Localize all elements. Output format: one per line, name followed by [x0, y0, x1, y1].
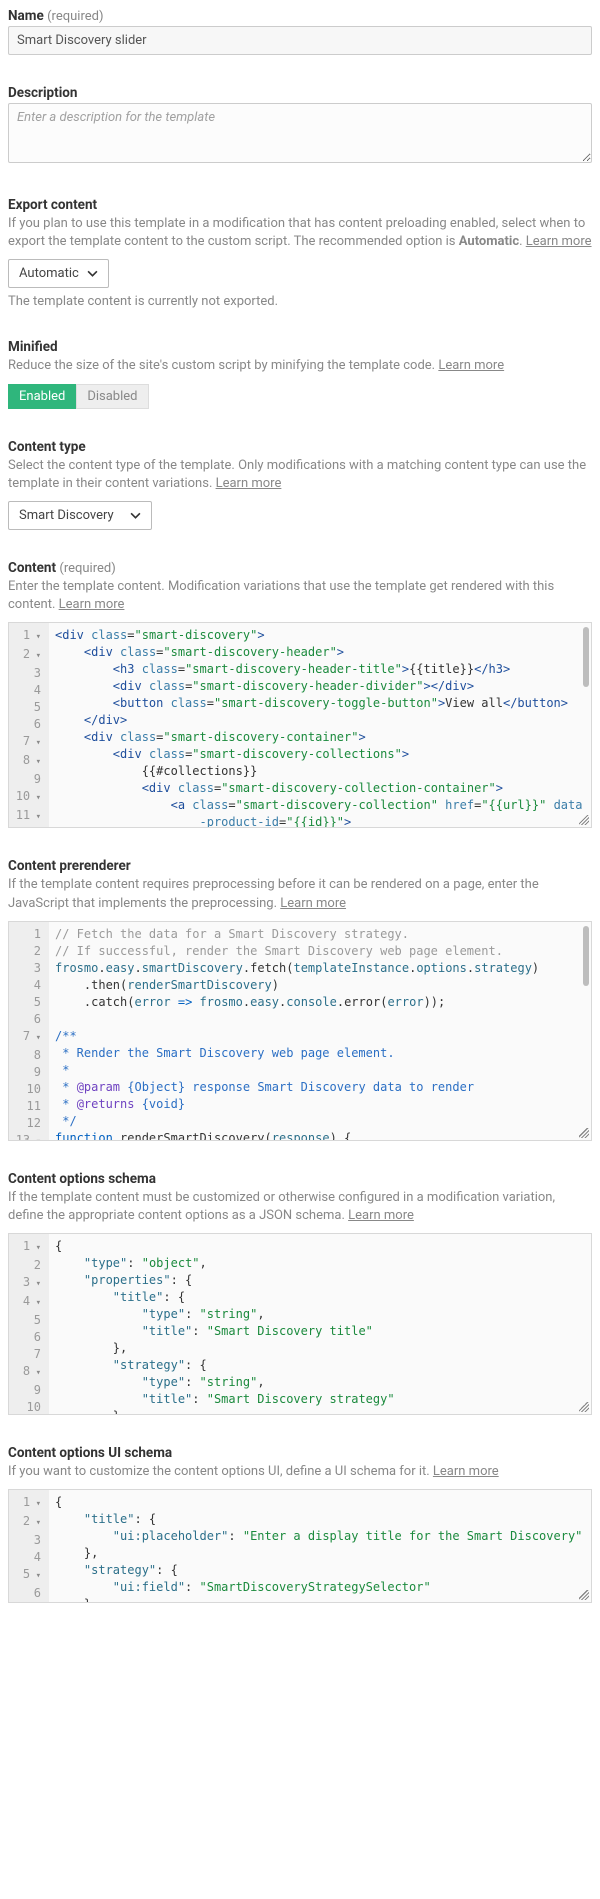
contenttype-dropdown[interactable]: Smart Discovery	[8, 501, 152, 530]
name-label: Name	[8, 8, 44, 24]
minified-toggle: Enabled Disabled	[8, 384, 149, 409]
content-editor[interactable]: 1 2 3 4 5 6 7 8 9 10 11 12 13 14 15 <div…	[8, 622, 592, 828]
ui-schema-learn-more[interactable]: Learn more	[433, 1464, 499, 1479]
prerenderer-help: If the template content requires preproc…	[8, 876, 592, 912]
resize-handle[interactable]	[579, 1128, 589, 1138]
content-learn-more[interactable]: Learn more	[59, 597, 125, 612]
minified-label: Minified	[8, 339, 592, 355]
description-label: Description	[8, 85, 592, 101]
editor-gutter: 1 2 3 4 5 6 7 8 9 10 11 12 13 14 15	[9, 623, 49, 827]
options-schema-learn-more[interactable]: Learn more	[348, 1208, 414, 1223]
minified-disabled-button[interactable]: Disabled	[76, 384, 148, 409]
options-schema-editor[interactable]: 1 2 3 4 5 6 7 8 9 10 11 12 13 14 15 16 1…	[8, 1233, 592, 1415]
minified-enabled-button[interactable]: Enabled	[8, 384, 76, 409]
export-dropdown[interactable]: Automatic	[8, 259, 109, 288]
description-input[interactable]	[8, 103, 592, 163]
editor-gutter: 1 2 3 4 5 6 7 8 9 10 11 12 13 14 15 16 1…	[9, 922, 49, 1140]
options-schema-help: If the template content must be customiz…	[8, 1189, 592, 1225]
resize-handle[interactable]	[579, 1402, 589, 1412]
editor-code[interactable]: { "type": "object", "properties": { "tit…	[49, 1234, 591, 1414]
name-required: (required)	[47, 9, 103, 24]
contenttype-learn-more[interactable]: Learn more	[216, 476, 282, 491]
options-schema-label: Content options schema	[8, 1171, 592, 1187]
minified-help: Reduce the size of the site's custom scr…	[8, 357, 592, 375]
prerenderer-learn-more[interactable]: Learn more	[280, 896, 346, 911]
content-label: Content	[8, 560, 56, 576]
editor-code[interactable]: // Fetch the data for a Smart Discovery …	[49, 922, 591, 1140]
contenttype-value: Smart Discovery	[19, 508, 114, 523]
ui-schema-editor[interactable]: 1 2 3 4 5 6 7 8 { "title": { "ui:placeho…	[8, 1489, 592, 1603]
scrollbar[interactable]	[583, 627, 589, 687]
editor-gutter: 1 2 3 4 5 6 7 8	[9, 1490, 49, 1602]
ui-schema-help: If you want to customize the content opt…	[8, 1463, 592, 1481]
ui-schema-label: Content options UI schema	[8, 1445, 592, 1461]
editor-gutter: 1 2 3 4 5 6 7 8 9 10 11 12 13 14 15 16 1…	[9, 1234, 49, 1414]
content-required: (required)	[59, 561, 115, 576]
export-learn-more[interactable]: Learn more	[526, 234, 592, 249]
contenttype-label: Content type	[8, 439, 592, 455]
resize-handle[interactable]	[579, 815, 589, 825]
contenttype-help: Select the content type of the template.…	[8, 457, 592, 493]
export-value: Automatic	[19, 266, 79, 281]
prerenderer-editor[interactable]: 1 2 3 4 5 6 7 8 9 10 11 12 13 14 15 16 1…	[8, 921, 592, 1141]
export-label: Export content	[8, 197, 592, 213]
chevron-down-icon	[130, 510, 141, 521]
prerenderer-label: Content prerenderer	[8, 858, 592, 874]
scrollbar[interactable]	[583, 926, 589, 986]
editor-code[interactable]: <div class="smart-discovery"> <div class…	[49, 623, 591, 827]
export-note: The template content is currently not ex…	[8, 294, 592, 309]
name-input[interactable]	[8, 26, 592, 55]
export-help: If you plan to use this template in a mo…	[8, 215, 592, 251]
resize-handle[interactable]	[579, 1590, 589, 1600]
chevron-down-icon	[87, 268, 98, 279]
editor-code[interactable]: { "title": { "ui:placeholder": "Enter a …	[49, 1490, 591, 1602]
minified-learn-more[interactable]: Learn more	[438, 358, 504, 373]
content-help: Enter the template content. Modification…	[8, 578, 592, 614]
